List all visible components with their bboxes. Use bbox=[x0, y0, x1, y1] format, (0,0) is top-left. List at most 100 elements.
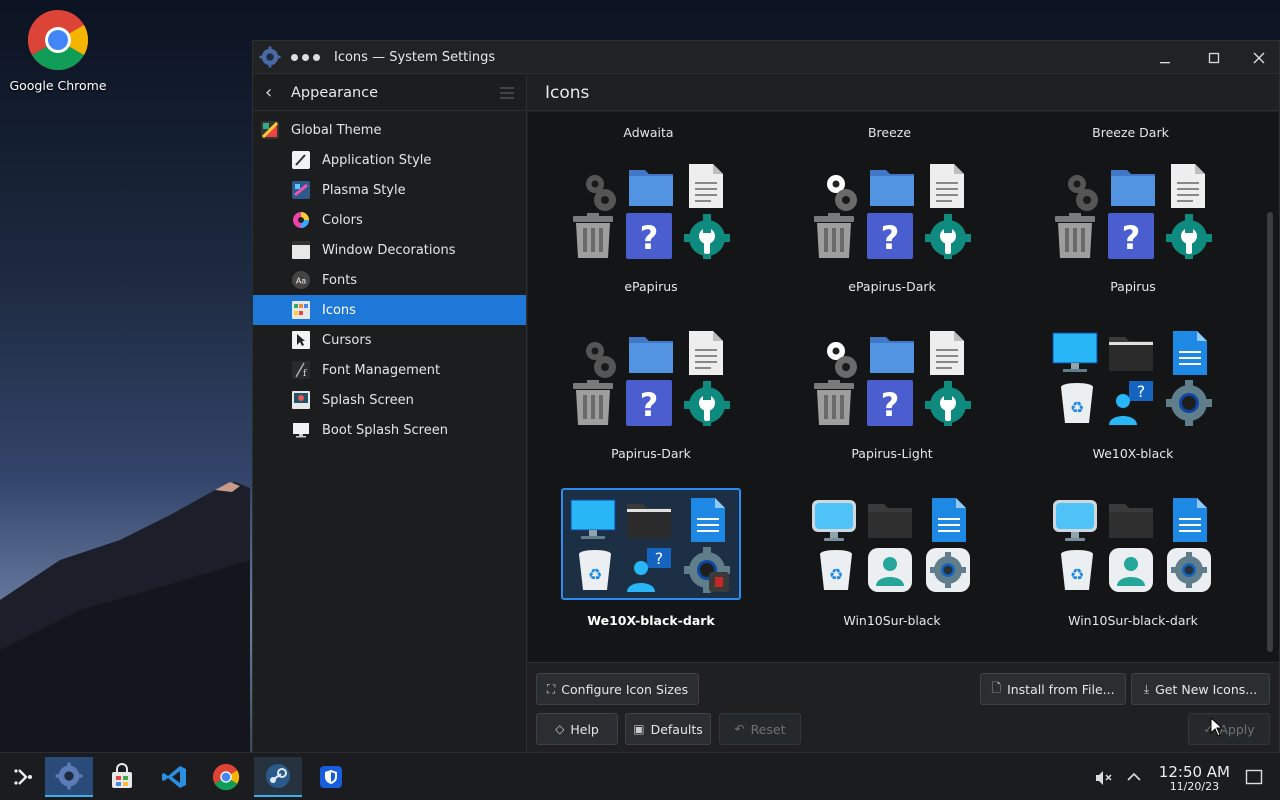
folder-dark-icon bbox=[1109, 337, 1153, 371]
taskbar-bitwarden[interactable] bbox=[307, 757, 355, 797]
icon-theme-name: Win10Sur-black bbox=[843, 613, 941, 628]
get-new-icons-button[interactable]: ⤓ Get New Icons... bbox=[1131, 673, 1270, 705]
scrollbar[interactable] bbox=[1267, 212, 1273, 652]
maximize-button[interactable] bbox=[1192, 41, 1236, 74]
sidebar-header: ‹ Appearance bbox=[253, 75, 526, 111]
volume-muted-icon[interactable] bbox=[1094, 769, 1112, 791]
theme-label-breeze[interactable]: Breeze bbox=[769, 125, 1010, 140]
document-icon bbox=[689, 164, 723, 208]
taskbar-discover[interactable] bbox=[98, 757, 146, 797]
desktop-icon-label: Google Chrome bbox=[9, 78, 107, 93]
configure-icon-sizes-button[interactable]: ⛶ Configure Icon Sizes bbox=[536, 673, 699, 705]
svg-text:?: ? bbox=[881, 386, 900, 424]
help-question-icon: ? bbox=[1108, 213, 1154, 259]
system-tray-expand-icon[interactable] bbox=[1126, 769, 1142, 789]
sidebar-item-splash-screen[interactable]: Splash Screen bbox=[253, 385, 526, 415]
vscode-icon bbox=[162, 766, 186, 788]
icon-theme-preview: ? bbox=[1043, 154, 1223, 266]
digital-clock[interactable]: 12:50 AM 11/20/23 bbox=[1159, 763, 1230, 793]
settings-gear-icon[interactable] bbox=[259, 46, 281, 68]
apply-button[interactable]: ✓ Apply bbox=[1188, 713, 1270, 745]
svg-text:?: ? bbox=[881, 219, 900, 257]
trash-icon bbox=[573, 380, 613, 425]
resize-icon: ⛶ bbox=[546, 681, 556, 696]
taskbar-steam[interactable] bbox=[254, 757, 302, 797]
install-from-file-button[interactable]: 🗋 Install from File... bbox=[980, 673, 1126, 705]
settings-gear-icon bbox=[1166, 380, 1212, 426]
close-icon bbox=[1253, 52, 1265, 63]
sidebar-item-plasma-style[interactable]: Plasma Style bbox=[253, 175, 526, 205]
icon-theme-epapirus[interactable]: ? ePapirus bbox=[561, 154, 741, 321]
defaults-icon: ▣ bbox=[633, 722, 645, 736]
maximize-icon bbox=[1208, 52, 1220, 63]
system-tools-icon bbox=[1166, 214, 1212, 259]
desktop-icon-google-chrome[interactable]: Google Chrome bbox=[8, 8, 108, 93]
boot-splash-screen-icon bbox=[292, 421, 310, 439]
sidebar-item-boot-splash-screen[interactable]: Boot Splash Screen bbox=[253, 415, 526, 445]
folder-icon bbox=[1111, 170, 1155, 206]
breadcrumb[interactable]: Appearance bbox=[291, 85, 378, 101]
sidebar-item-application-style[interactable]: Application Style bbox=[253, 145, 526, 175]
svg-text:♻: ♻ bbox=[1070, 565, 1084, 584]
sidebar-item-font-management[interactable]: f Font Management bbox=[253, 355, 526, 385]
file-icon: 🗋 bbox=[991, 680, 1002, 695]
defaults-button[interactable]: ▣ Defaults bbox=[625, 713, 711, 745]
icon-theme-preview: ? bbox=[802, 154, 982, 266]
shield-icon bbox=[320, 766, 342, 788]
taskbar-system-settings[interactable] bbox=[45, 757, 93, 797]
icon-theme-we10x-black[interactable]: ♻ ? We10X-black bbox=[1043, 321, 1223, 488]
sidebar-item-label: Window Decorations bbox=[322, 242, 456, 258]
main-content: Icons Adwaita Breeze Breeze Dark ? ePapi… bbox=[528, 75, 1279, 753]
theme-label-adwaita[interactable]: Adwaita bbox=[528, 125, 769, 140]
sidebar-item-label: Fonts bbox=[322, 272, 358, 288]
icon-theme-win10sur-black-dark[interactable]: ♻ Win10Sur-black-dark bbox=[1043, 488, 1223, 655]
window-decorations-icon bbox=[292, 241, 310, 259]
icon-theme-name: ePapirus-Dark bbox=[848, 279, 936, 294]
icon-theme-papirus[interactable]: ? Papirus bbox=[1043, 154, 1223, 321]
sidebar-item-global-theme[interactable]: Global Theme bbox=[253, 115, 526, 145]
taskbar-vscode[interactable] bbox=[150, 757, 198, 797]
show-desktop-icon[interactable] bbox=[1245, 768, 1263, 790]
sidebar-item-window-decorations[interactable]: Window Decorations bbox=[253, 235, 526, 265]
minimize-icon bbox=[1160, 61, 1170, 63]
icon-theme-grid[interactable]: Adwaita Breeze Breeze Dark ? ePapirus ? … bbox=[528, 112, 1279, 663]
icon-theme-preview: ♻ bbox=[802, 488, 982, 600]
reset-button[interactable]: ↶ Reset bbox=[719, 713, 801, 745]
minimize-button[interactable] bbox=[1143, 41, 1187, 74]
application-launcher-button[interactable] bbox=[0, 757, 48, 797]
sidebar-item-cursors[interactable]: Cursors bbox=[253, 325, 526, 355]
colors-icon bbox=[292, 211, 310, 229]
sidebar: ‹ Appearance Global Theme Application Sty… bbox=[253, 75, 527, 753]
sidebar-nav: Global Theme Application Style Plasma Styl… bbox=[253, 111, 526, 445]
cursors-icon bbox=[292, 331, 310, 349]
settings-gear-icon bbox=[1167, 548, 1211, 592]
settings-gears-icon bbox=[586, 175, 616, 211]
icon-theme-papirus-dark[interactable]: ? Papirus-Dark bbox=[561, 321, 741, 488]
sidebar-item-label: Boot Splash Screen bbox=[322, 422, 448, 438]
title-bar[interactable]: Icons — System Settings bbox=[253, 41, 1279, 74]
monitor-icon bbox=[1053, 500, 1097, 541]
recycle-bin-icon: ♻ bbox=[1061, 383, 1093, 423]
icon-theme-epapirus-dark[interactable]: ? ePapirus-Dark bbox=[802, 154, 982, 321]
sidebar-item-fonts[interactable]: Aa Fonts bbox=[253, 265, 526, 295]
icon-theme-win10sur-black[interactable]: ♻ Win10Sur-black bbox=[802, 488, 982, 655]
taskbar-chrome[interactable] bbox=[202, 757, 250, 797]
trash-icon bbox=[814, 213, 854, 258]
icon-theme-name: Papirus-Dark bbox=[611, 446, 691, 461]
mouse-cursor-icon bbox=[1210, 717, 1224, 737]
window-menu-icon[interactable] bbox=[291, 53, 320, 61]
hamburger-menu-icon[interactable] bbox=[500, 87, 514, 102]
back-arrow-icon[interactable]: ‹ bbox=[265, 82, 289, 103]
sidebar-item-colors[interactable]: Colors bbox=[253, 205, 526, 235]
close-button[interactable] bbox=[1237, 41, 1280, 74]
recycle-bin-icon: ♻ bbox=[1061, 550, 1093, 590]
settings-gear-icon bbox=[55, 762, 83, 790]
download-icon: ⤓ bbox=[1143, 681, 1150, 696]
help-button[interactable]: ◇ Help bbox=[536, 713, 618, 745]
sidebar-item-icons[interactable]: Icons bbox=[253, 295, 526, 325]
icon-theme-papirus-light[interactable]: ? Papirus-Light bbox=[802, 321, 982, 488]
settings-gear-icon bbox=[926, 548, 970, 592]
theme-label-breeze-dark[interactable]: Breeze Dark bbox=[1010, 125, 1251, 140]
icon-theme-we10x-black-dark[interactable]: ♻ ? We10X-black-dark bbox=[561, 488, 741, 655]
icon-theme-preview: ? bbox=[561, 154, 741, 266]
